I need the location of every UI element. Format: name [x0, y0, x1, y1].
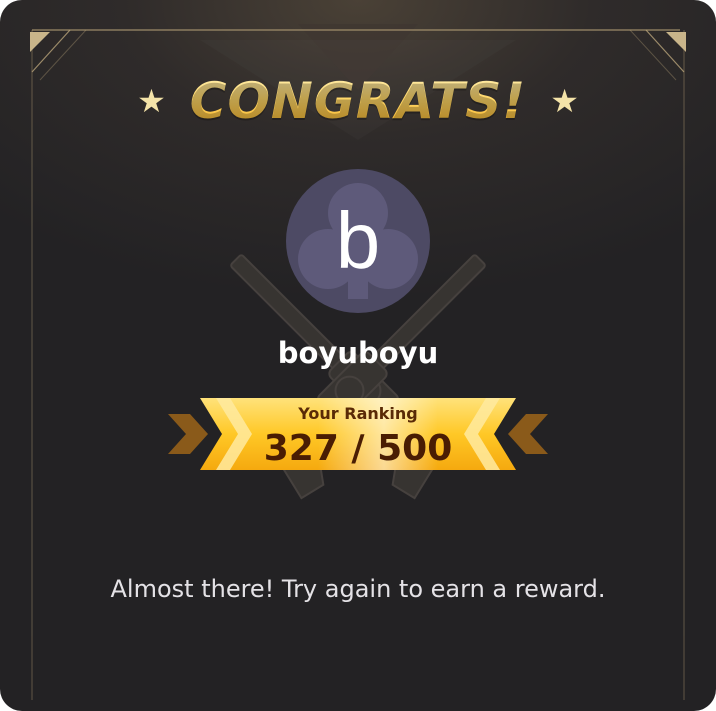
star-icon-right: ★ — [550, 82, 579, 120]
page-title: CONGRATS! — [189, 72, 527, 130]
avatar-letter: b — [335, 196, 381, 285]
star-icon-left: ★ — [137, 82, 166, 120]
result-card: ★ CONGRATS! ★ b boyuboyu Your Ranking 32… — [0, 0, 716, 711]
username: boyuboyu — [277, 336, 439, 370]
corner-ornament-right — [666, 32, 686, 52]
result-message: Almost there! Try again to earn a reward… — [110, 575, 606, 603]
title-row: ★ CONGRATS! ★ — [0, 66, 716, 136]
corner-ornament-left — [30, 32, 50, 52]
avatar: b — [286, 169, 430, 313]
ranking-value: 327 / 500 — [263, 428, 453, 469]
ranking-label: Your Ranking — [298, 404, 418, 423]
